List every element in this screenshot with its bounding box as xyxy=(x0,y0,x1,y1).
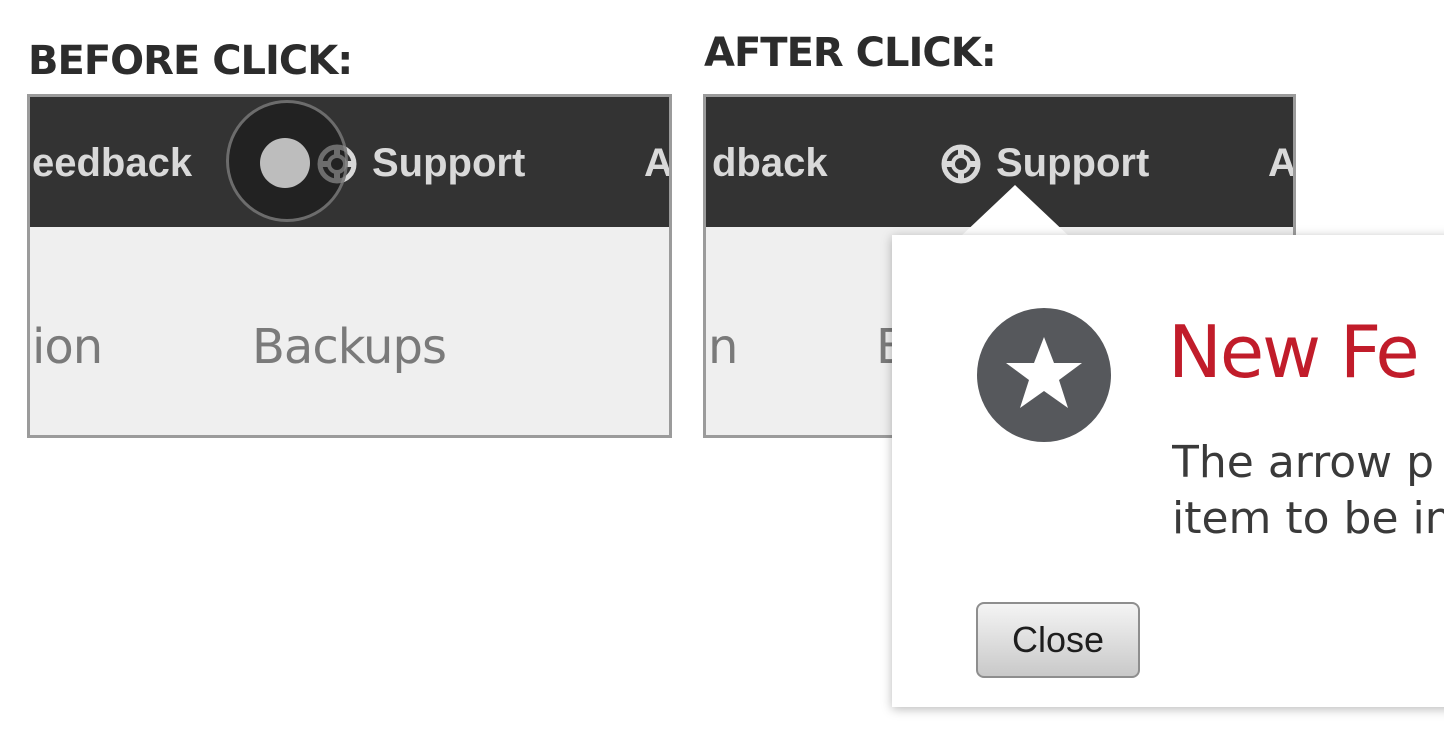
popover-body-line: item to be in xyxy=(1172,493,1444,544)
nav-item-feedback[interactable]: eedback xyxy=(32,141,192,186)
top-nav-bar: eedback Support A xyxy=(30,97,669,227)
popover-title: New Fe xyxy=(1168,310,1420,394)
nav-item-truncated[interactable]: A xyxy=(644,141,669,186)
subnav-item-truncated[interactable]: ion xyxy=(32,319,103,375)
popover-body-line: The arrow p xyxy=(1172,437,1435,488)
subnav-item-backups[interactable]: Backups xyxy=(252,319,447,375)
before-click-screenshot: eedback Support A ion Backups xyxy=(27,94,672,438)
nav-item-support-label: Support xyxy=(996,141,1150,185)
click-dot xyxy=(260,138,310,188)
new-feature-popover: New Fe The arrow p item to be in Close xyxy=(892,235,1444,707)
click-indicator xyxy=(226,100,348,222)
nav-item-support-label: Support xyxy=(372,141,526,185)
before-click-heading: BEFORE CLICK: xyxy=(28,38,353,84)
subnav-item-truncated[interactable]: n xyxy=(708,319,738,375)
star-badge xyxy=(977,308,1111,442)
popover-body: The arrow p item to be in xyxy=(1172,435,1444,547)
nav-item-feedback[interactable]: dback xyxy=(712,141,828,186)
popover-arrow xyxy=(960,185,1070,237)
close-button[interactable]: Close xyxy=(976,602,1140,678)
lifebuoy-icon xyxy=(941,144,981,184)
star-icon xyxy=(1006,337,1082,408)
after-click-heading: AFTER CLICK: xyxy=(704,30,997,76)
nav-item-truncated[interactable]: A xyxy=(1268,141,1293,186)
